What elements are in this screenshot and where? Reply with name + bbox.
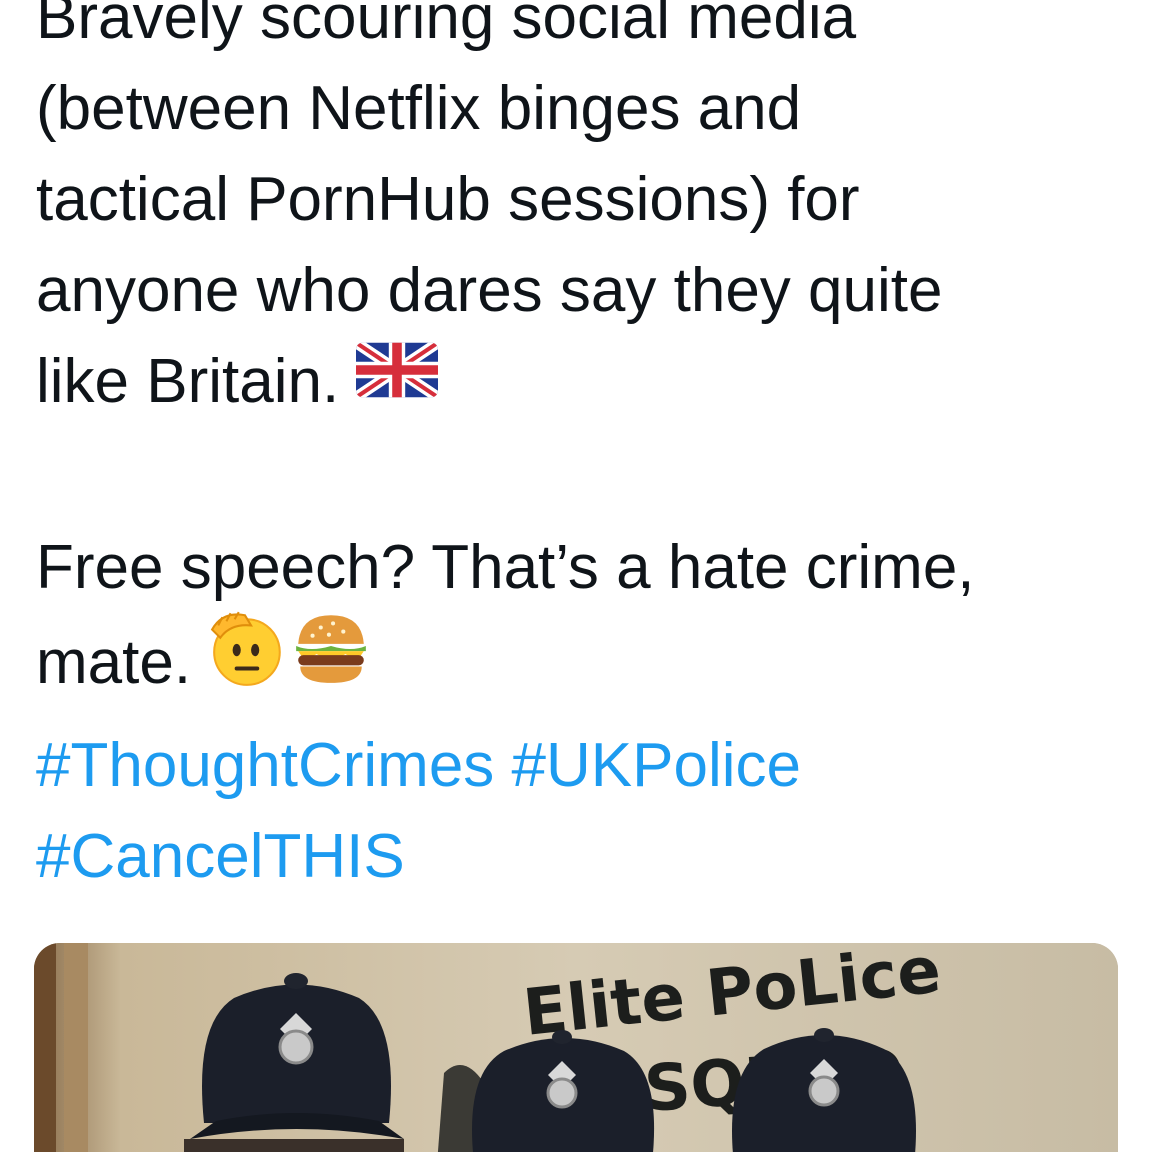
hashtag-row: #CancelTHIS — [36, 811, 1126, 902]
tweet-text-segment: mate. — [36, 628, 192, 697]
tweet-text-line: mate. — [36, 611, 1126, 720]
tweet-text-line: tactical PornHub sessions) for — [36, 165, 860, 234]
tweet-text-line: Free speech? That’s a hate crime, — [36, 533, 975, 603]
hashtag-link[interactable]: #CancelTHIS — [36, 822, 405, 891]
tweet-text-segment: like Britain. — [36, 347, 340, 416]
tweet-text-line: Bravely scouring social media — [36, 0, 857, 52]
tweet: Bravely scouring social media (between N… — [0, 0, 1152, 1152]
hamburger-icon — [290, 607, 372, 714]
uk-flag-icon — [356, 334, 439, 425]
tweet-text-line: like Britain. — [36, 336, 1126, 431]
tweet-text: Bravely scouring social media (between N… — [36, 0, 1126, 902]
tweet-text-line: (between Netflix binges and — [36, 74, 802, 143]
saluting-face-icon — [208, 607, 290, 714]
tweet-text-line: anyone who dares say they quite — [36, 256, 943, 325]
hashtag-link[interactable]: #ThoughtCrimes — [36, 731, 494, 800]
hashtag-link[interactable]: #UKPolice — [512, 731, 801, 800]
hashtag-row: #ThoughtCrimes #UKPolice — [36, 720, 1126, 811]
tweet-media-image[interactable]: Elite PoLice SQUOD — [34, 943, 1118, 1152]
